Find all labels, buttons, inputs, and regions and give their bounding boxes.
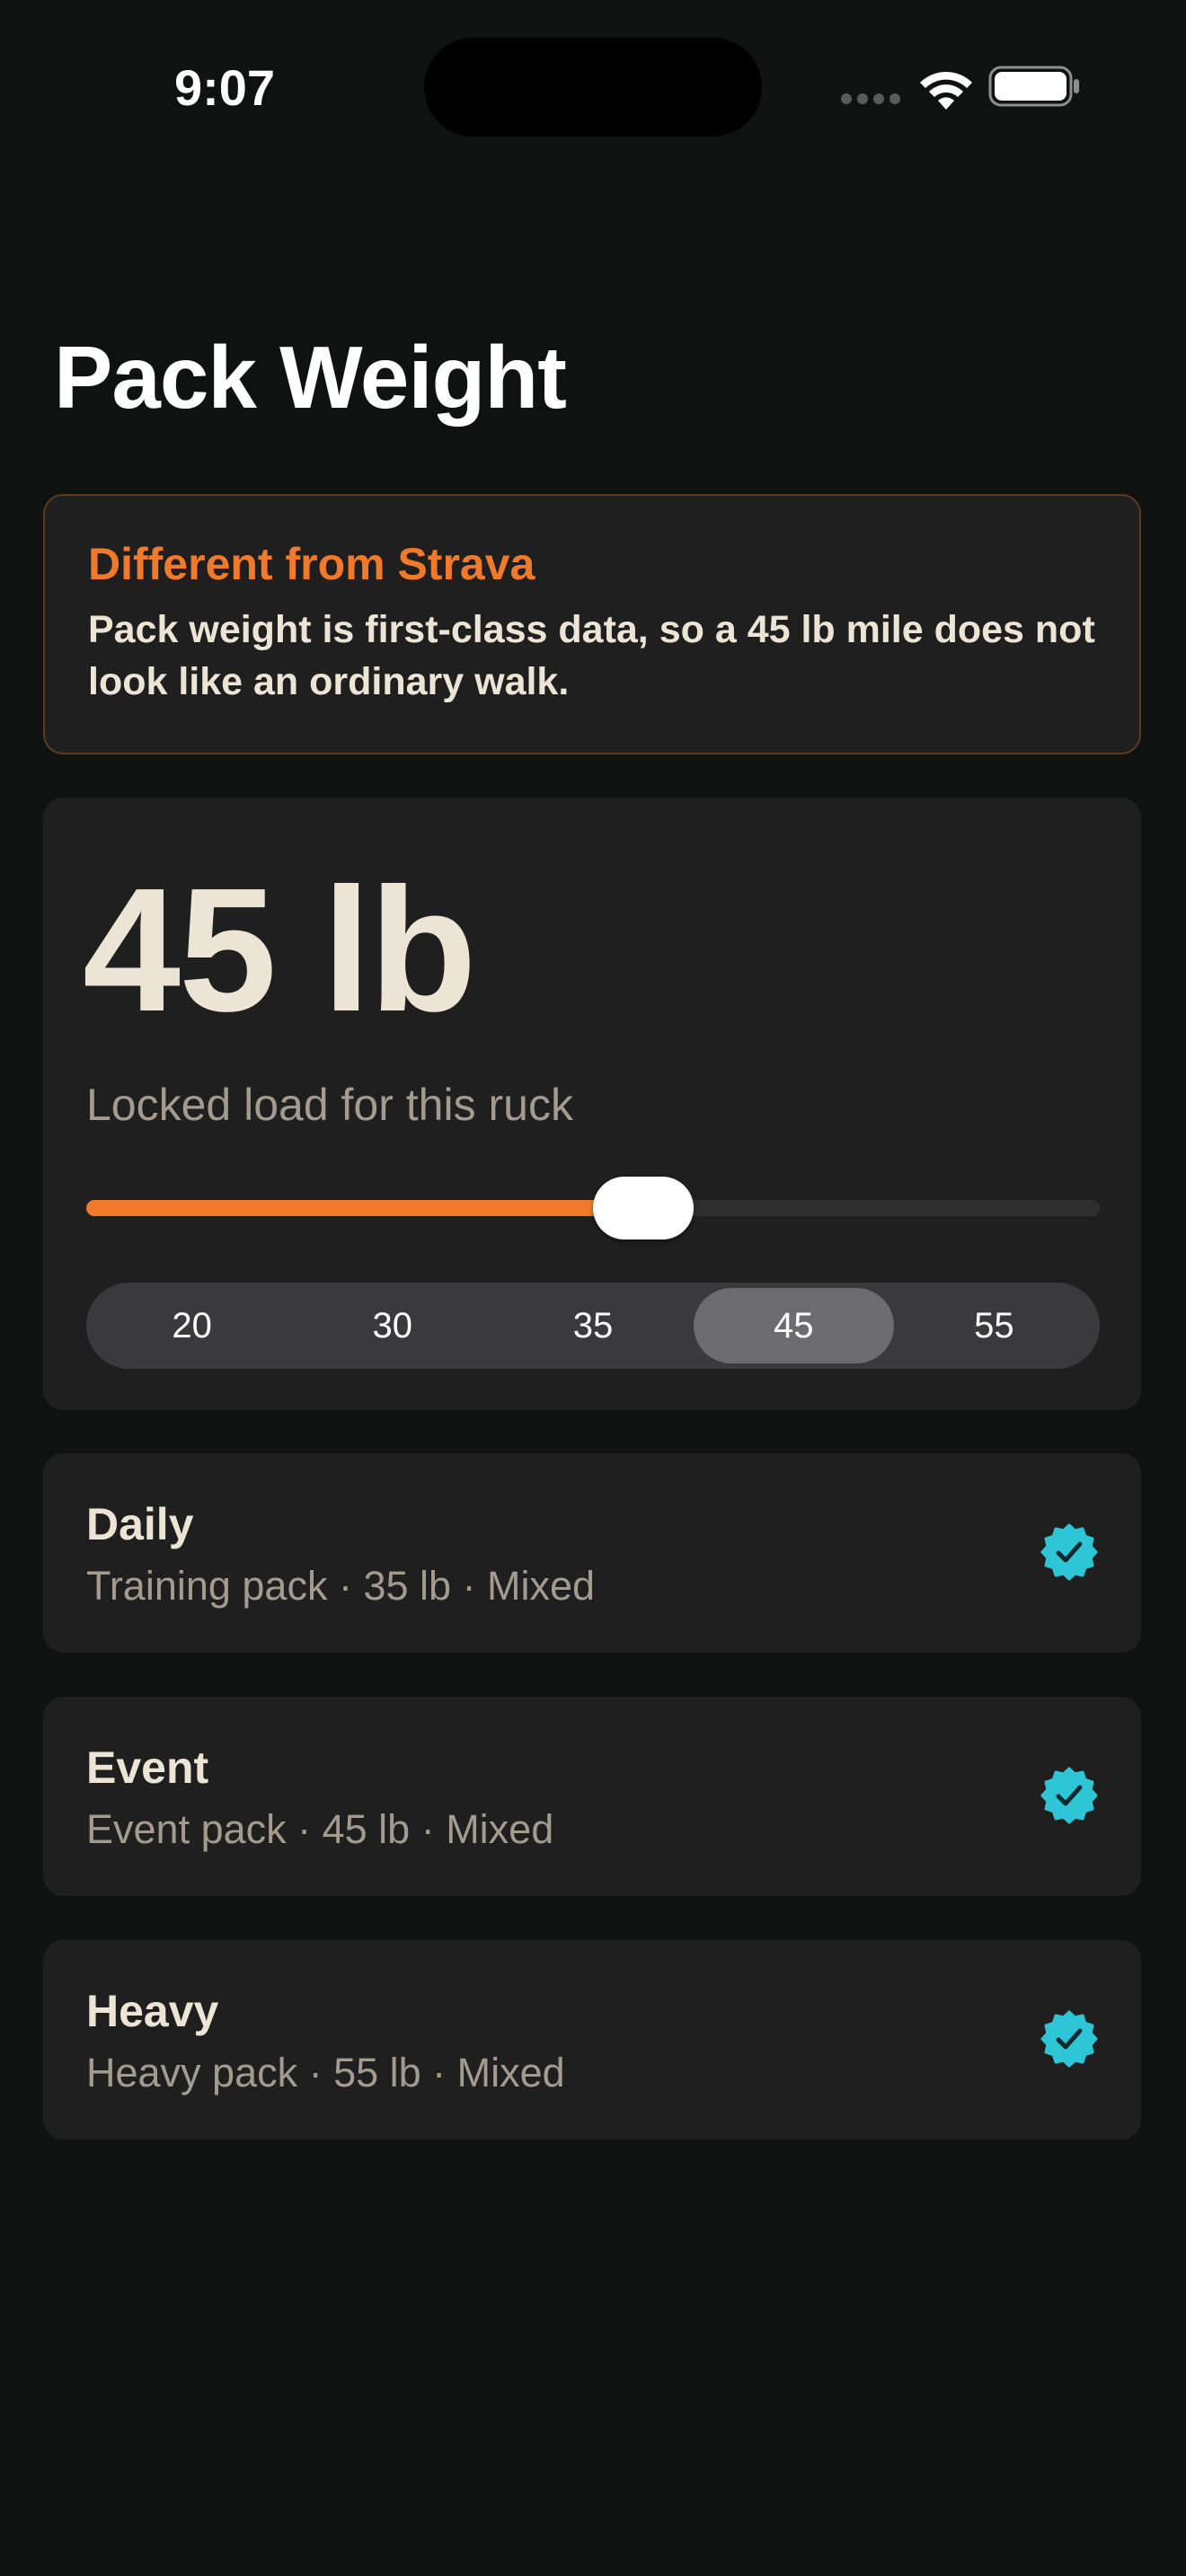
weight-caption: Locked load for this ruck bbox=[86, 1080, 573, 1130]
callout-body: Pack weight is first-class data, so a 45… bbox=[88, 608, 1095, 703]
dynamic-island bbox=[424, 38, 762, 137]
weight-preset-picker: 20 30 35 45 55 bbox=[86, 1283, 1100, 1369]
pack-name: Event bbox=[86, 1742, 209, 1793]
pack-row-daily[interactable]: Daily Training pack · 35 lb · Mixed bbox=[43, 1453, 1141, 1653]
signal-icon bbox=[841, 93, 904, 106]
battery-icon bbox=[988, 66, 1079, 107]
preset-20[interactable]: 20 bbox=[92, 1288, 292, 1363]
preset-45[interactable]: 45 bbox=[693, 1288, 894, 1363]
pack-name: Heavy bbox=[86, 1986, 219, 2036]
verified-check-icon bbox=[1040, 2010, 1098, 2068]
preset-35[interactable]: 35 bbox=[492, 1288, 693, 1363]
pack-row-event[interactable]: Event Event pack · 45 lb · Mixed bbox=[43, 1697, 1141, 1896]
preset-55[interactable]: 55 bbox=[894, 1288, 1094, 1363]
pack-detail: Training pack · 35 lb · Mixed bbox=[86, 1563, 596, 1609]
pack-name: Daily bbox=[86, 1499, 194, 1549]
weight-slider-thumb[interactable] bbox=[593, 1177, 695, 1239]
preset-30[interactable]: 30 bbox=[292, 1288, 492, 1363]
pack-weight-card: 45 lb Locked load for this ruck 20 30 35… bbox=[43, 798, 1141, 1410]
pack-detail: Event pack · 45 lb · Mixed bbox=[86, 1806, 554, 1852]
pack-row-heavy[interactable]: Heavy Heavy pack · 55 lb · Mixed bbox=[43, 1940, 1141, 2139]
pack-detail: Heavy pack · 55 lb · Mixed bbox=[86, 2050, 565, 2095]
wifi-icon bbox=[920, 71, 972, 110]
verified-check-icon bbox=[1040, 1523, 1098, 1581]
strava-difference-callout: Different from Strava Pack weight is fir… bbox=[43, 494, 1141, 754]
callout-title: Different from Strava bbox=[88, 539, 535, 589]
weight-slider-fill bbox=[86, 1200, 644, 1216]
verified-check-icon bbox=[1040, 1767, 1098, 1824]
page-title: Pack Weight bbox=[54, 328, 567, 427]
weight-value: 45 lb bbox=[83, 851, 477, 1048]
status-time: 9:07 bbox=[173, 59, 276, 116]
